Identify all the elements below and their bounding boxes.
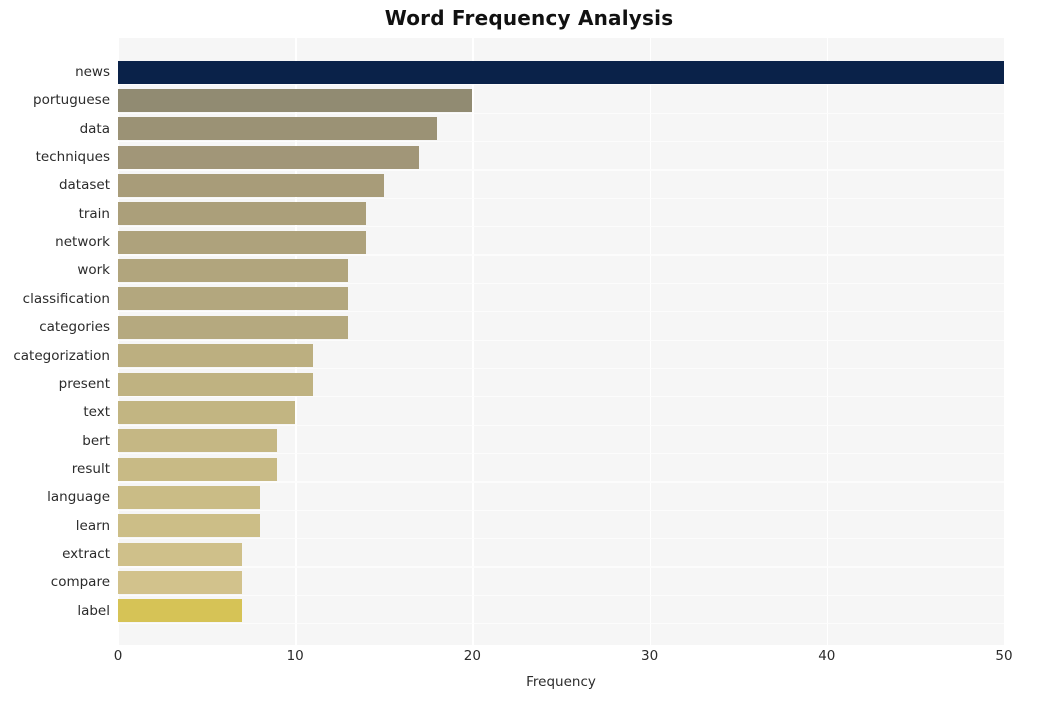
y-tick-label-label: label [77,602,110,619]
x-tick-label-0: 0 [113,648,123,664]
bar-row [118,256,1004,284]
y-tick-label-network: network [55,234,110,251]
y-tick-label-techniques: techniques [35,148,110,165]
bar-techniques[interactable] [118,145,420,169]
row-separator [118,623,1004,625]
bar-learn[interactable] [118,514,260,538]
y-tick-label-dataset: dataset [58,177,110,194]
bar-portuguese[interactable] [118,88,473,112]
bar-row [118,143,1004,171]
bar-row [118,285,1004,313]
bar-row [118,171,1004,199]
bar-row [118,200,1004,228]
y-tick-label-train: train [78,205,110,222]
gridline-x-50 [1004,38,1006,645]
bar-row [118,597,1004,625]
x-tick-label-40: 40 [818,648,836,664]
bar-row [118,115,1004,143]
bar-extract[interactable] [118,542,243,566]
bar-news[interactable] [118,60,1004,84]
bar-data[interactable] [118,117,437,141]
bar-bert[interactable] [118,429,278,453]
bar-row [118,455,1004,483]
bar-row [118,370,1004,398]
y-tick-label-result: result [71,460,110,477]
y-tick-label-categorization: categorization [13,347,110,364]
chart-title: Word Frequency Analysis [384,6,674,30]
bar-row [118,512,1004,540]
bar-dataset[interactable] [118,174,384,197]
y-axis-tick-labels: news portuguese data techniques dataset train… [0,38,110,645]
bar-text[interactable] [118,400,296,424]
bar-train[interactable] [118,202,367,226]
bar-label[interactable] [118,599,243,623]
bar-work[interactable] [118,259,349,283]
x-tick-label-50: 50 [995,648,1013,664]
bar-row [118,58,1004,86]
x-tick-label-20: 20 [463,648,481,664]
row-separator [118,339,1004,341]
x-axis-tick-labels: 0 10 20 30 40 50 [0,648,1058,672]
bar-row [118,568,1004,596]
bar-row [118,398,1004,426]
row-separator [118,169,1004,171]
y-tick-label-data: data [79,120,110,137]
bar-network[interactable] [118,230,367,254]
bar-result[interactable] [118,457,278,481]
chart-figure: Word Frequency Analysis news portuguese da… [0,0,1058,701]
bar-row [118,427,1004,455]
bar-compare[interactable] [118,571,243,595]
y-tick-label-portuguese: portuguese [33,92,110,109]
y-tick-label-present: present [58,375,110,392]
y-tick-label-classification: classification [22,290,110,307]
bar-row [118,540,1004,568]
y-tick-label-compare: compare [50,574,110,591]
bar-present[interactable] [118,372,313,396]
bar-language[interactable] [118,486,260,509]
bar-row [118,342,1004,370]
bar-classification[interactable] [118,287,349,311]
y-tick-label-language: language [47,489,110,506]
y-tick-label-text: text [83,404,110,421]
bar-categories[interactable] [118,315,349,339]
bar-row [118,313,1004,341]
bar-row [118,483,1004,511]
y-tick-label-news: news [75,63,110,80]
x-tick-label-10: 10 [286,648,304,664]
bar-row [118,86,1004,114]
y-tick-label-extract: extract [62,546,110,563]
x-axis-title: Frequency [526,674,596,690]
plot-area [118,38,1006,645]
bar-categorization[interactable] [118,344,313,368]
x-tick-label-30: 30 [641,648,659,664]
y-tick-label-learn: learn [75,517,110,534]
row-separator [118,84,1004,86]
bar-row [118,228,1004,256]
y-tick-label-work: work [77,262,110,279]
row-separator [118,254,1004,256]
y-tick-label-categories: categories [39,319,110,336]
y-tick-label-bert: bert [82,432,110,449]
